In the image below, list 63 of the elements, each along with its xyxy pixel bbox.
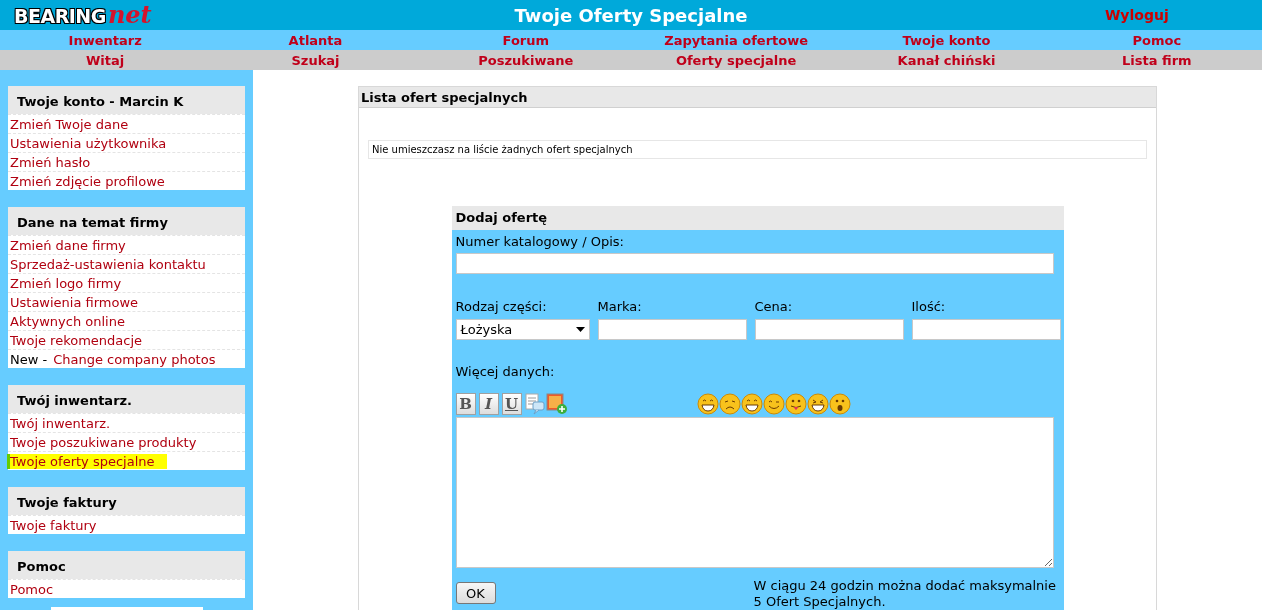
- nav-link[interactable]: Poszukiwane: [420, 52, 631, 68]
- sidebar-link[interactable]: Twój inwentarz.: [10, 415, 115, 431]
- grin-smiley-icon[interactable]: [696, 393, 719, 415]
- grin-smiley-icon[interactable]: [740, 393, 763, 415]
- sidebar-link[interactable]: Pomoc: [10, 581, 58, 597]
- sidebar-heading: Twój inwentarz.: [8, 385, 245, 413]
- tongue-smiley-icon[interactable]: [784, 393, 807, 415]
- nav-link[interactable]: Szukaj: [210, 52, 421, 68]
- nav-link[interactable]: Inwentarz: [0, 32, 211, 48]
- sidebar-link[interactable]: Zmień hasło: [10, 154, 95, 170]
- nav-link[interactable]: Atlanta: [210, 32, 421, 48]
- squint-smiley-icon[interactable]: [806, 393, 829, 415]
- nav-link[interactable]: Forum: [420, 32, 631, 48]
- format-button[interactable]: U: [501, 393, 522, 415]
- caret-icon: [575, 327, 585, 332]
- nav-link[interactable]: Witaj: [0, 52, 211, 68]
- sidebar-link[interactable]: Twoje faktury: [10, 517, 101, 533]
- surprised-smiley-icon[interactable]: [828, 393, 851, 415]
- new-label: New -: [10, 351, 48, 367]
- nav-link[interactable]: Pomoc: [1051, 32, 1262, 48]
- empty-message: Nie umieszczasz na liście żadnych ofert specjalnych: [368, 140, 1147, 159]
- sidebar-heading: Twoje faktury: [8, 487, 245, 515]
- sidebar-heading: Dane na temat firmy: [8, 207, 245, 235]
- ok-button[interactable]: OK: [455, 582, 496, 604]
- add-image-icon[interactable]: [545, 393, 568, 415]
- field-label: Cena:: [754, 299, 794, 316]
- sidebar-link[interactable]: Ustawienia użytkownika: [10, 135, 171, 151]
- page-title: Twoje Oferty Specjalne: [513, 4, 749, 26]
- sidebar-link[interactable]: Zmień dane firmy: [10, 237, 130, 253]
- field-label: Rodzaj części:: [455, 299, 548, 316]
- quote-icon[interactable]: [524, 393, 545, 415]
- sidebar-heading: Pomoc: [8, 551, 245, 579]
- sidebar-link[interactable]: Twoje oferty specjalne: [10, 453, 167, 469]
- sidebar-link[interactable]: Twoje poszukiwane produkty: [10, 434, 201, 450]
- field-label: Numer katalogowy / Opis:: [455, 234, 625, 251]
- sidebar-link[interactable]: Ustawienia firmowe: [10, 294, 143, 310]
- field-label: Ilość:: [911, 299, 947, 316]
- sidebar-link[interactable]: Twoje rekomendacje: [10, 332, 147, 348]
- input-field[interactable]: [754, 319, 904, 340]
- part-type-dropdown[interactable]: Łożyska: [455, 319, 590, 340]
- format-button[interactable]: B: [455, 393, 476, 415]
- form-heading: Dodaj ofertę: [451, 206, 1064, 230]
- sidebar-link[interactable]: Zmień zdjęcie profilowe: [10, 173, 169, 189]
- nav-link[interactable]: Oferty specjalne: [631, 52, 842, 68]
- sidebar-heading: Twoje konto - Marcin K: [8, 86, 245, 114]
- nav-link[interactable]: Kanał chiński: [841, 52, 1052, 68]
- panel-heading: Lista ofert specjalnych: [359, 87, 1156, 108]
- input-field[interactable]: [597, 319, 747, 340]
- nav-link[interactable]: Twoje konto: [841, 32, 1052, 48]
- format-button[interactable]: I: [478, 393, 499, 415]
- sidebar-link[interactable]: Aktywnych online: [10, 313, 129, 329]
- sidebar-link[interactable]: Change company photos: [53, 351, 220, 367]
- sidebar-link[interactable]: Zmień logo firmy: [10, 275, 126, 291]
- nav-link[interactable]: Zapytania ofertowe: [631, 32, 842, 48]
- description-field[interactable]: [455, 253, 1054, 274]
- field-label: Więcej danych:: [455, 364, 556, 381]
- field-label: Marka:: [597, 299, 643, 316]
- limit-note: W ciągu 24 godzin można dodać maksymalnie 5 Ofert Specjalnych.: [753, 578, 1057, 610]
- input-field[interactable]: [911, 319, 1061, 340]
- sidebar-link[interactable]: Zmień Twoje dane: [10, 116, 133, 132]
- sad-smiley-icon[interactable]: [718, 393, 741, 415]
- nav-link[interactable]: Lista firm: [1051, 52, 1262, 68]
- sidebar-link[interactable]: Sprzedaż-ustawienia kontaktu: [10, 256, 210, 272]
